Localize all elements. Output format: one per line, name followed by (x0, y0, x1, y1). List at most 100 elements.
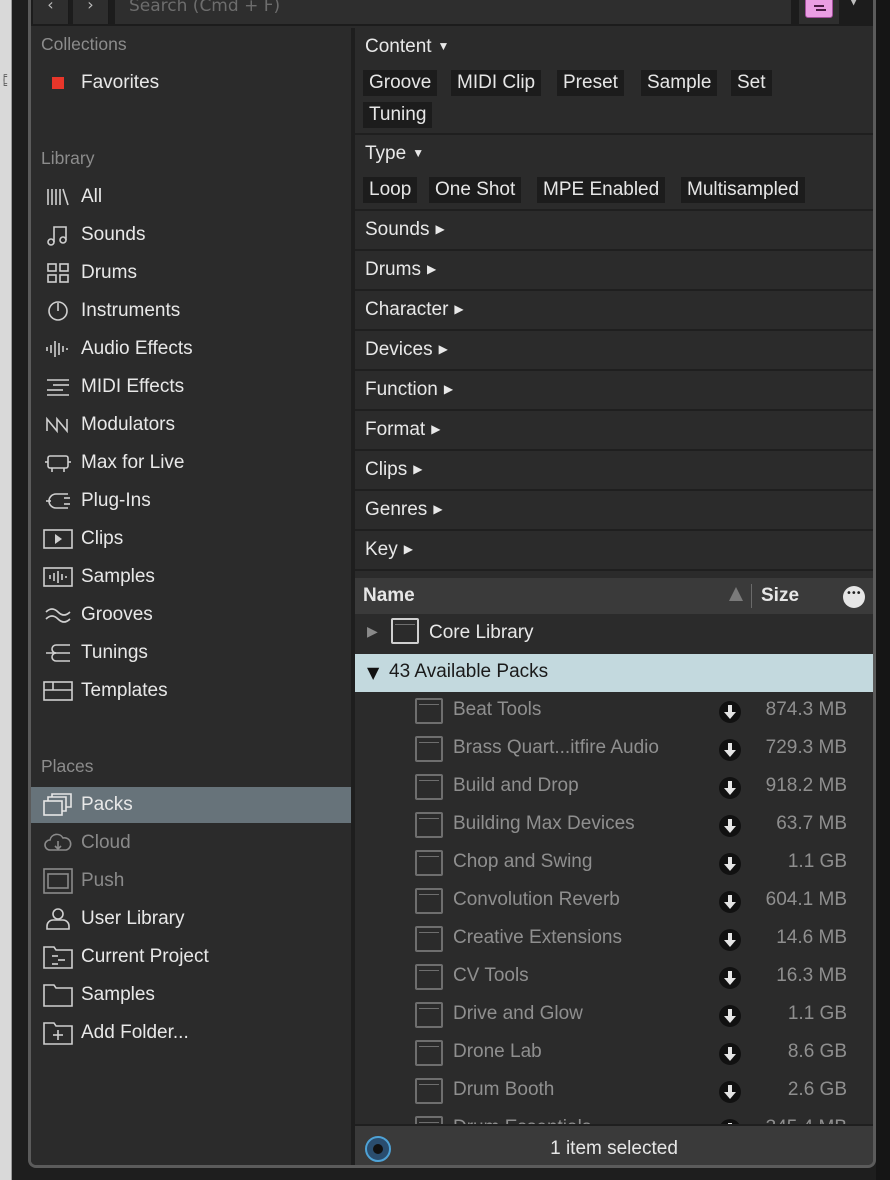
chevron-down-icon: ▼ (412, 146, 425, 160)
sidebar-item-audio-effects[interactable]: Audio Effects (31, 331, 351, 367)
column-header-size[interactable]: Size (761, 585, 799, 607)
filter-title-content[interactable]: Content ▼ (365, 36, 449, 58)
sidebar-item-all[interactable]: All (31, 179, 351, 215)
download-icon[interactable] (719, 701, 741, 723)
sidebar-item-sounds[interactable]: Sounds (31, 217, 351, 253)
filter-title-type[interactable]: Type ▼ (365, 143, 424, 165)
filter-chip[interactable]: Sample (641, 70, 718, 96)
list-row-pack[interactable]: Convolution Reverb 604.1 MB (355, 882, 873, 920)
list-row-pack[interactable]: Drone Lab 8.6 GB (355, 1034, 873, 1072)
filter-group-format[interactable]: Format ▶ (355, 411, 873, 451)
filter-title-label: Function (365, 379, 438, 400)
more-options-icon[interactable] (843, 586, 865, 608)
sidebar-item-plug-ins[interactable]: Plug-Ins (31, 483, 351, 519)
filter-chip[interactable]: Loop (363, 177, 418, 203)
filter-title-label: Type (365, 143, 407, 164)
sort-ascending-icon[interactable] (729, 587, 743, 601)
filter-group-function[interactable]: Function ▶ (355, 371, 873, 411)
filter-group-drums[interactable]: Drums ▶ (355, 251, 873, 291)
filter-chip[interactable]: Preset (557, 70, 624, 96)
disclosure-right-icon[interactable]: ▶ (367, 624, 378, 640)
download-icon[interactable] (719, 929, 741, 951)
sidebar-item-packs[interactable]: Packs (31, 787, 351, 823)
sidebar-item-cloud[interactable]: Cloud (31, 825, 351, 861)
sidebar-item-favorites[interactable]: Favorites (31, 65, 351, 101)
sidebar-item-user-library[interactable]: User Library (31, 901, 351, 937)
list-row-core-library[interactable]: ▶ Core Library (355, 614, 873, 652)
filter-group-key[interactable]: Key ▶ (355, 531, 873, 571)
sidebar-item-instruments[interactable]: Instruments (31, 293, 351, 329)
sidebar-item-label: Current Project (81, 946, 209, 967)
list-row-pack[interactable]: CV Tools 16.3 MB (355, 958, 873, 996)
sidebar-item-grooves[interactable]: Grooves (31, 597, 351, 633)
filter-chip[interactable]: One Shot (429, 177, 522, 203)
sidebar-item-samples-folder[interactable]: Samples (31, 977, 351, 1013)
library-heading: Library (41, 148, 95, 168)
sidebar-item-midi-effects[interactable]: MIDI Effects (31, 369, 351, 405)
list-row-pack[interactable]: Chop and Swing 1.1 GB (355, 844, 873, 882)
sidebar-item-tunings[interactable]: Tunings (31, 635, 351, 671)
download-icon[interactable] (719, 853, 741, 875)
list-row-pack[interactable]: Creative Extensions 14.6 MB (355, 920, 873, 958)
sidebar-item-samples[interactable]: Samples (31, 559, 351, 595)
chevron-right-icon: ▶ (426, 262, 437, 276)
column-divider[interactable] (751, 584, 752, 608)
download-icon[interactable] (719, 777, 741, 799)
sidebar-item-modulators[interactable]: Modulators (31, 407, 351, 443)
forward-button[interactable]: › (73, 0, 109, 24)
filter-group-sounds[interactable]: Sounds ▶ (355, 211, 873, 251)
sidebar-item-drums[interactable]: Drums (31, 255, 351, 291)
filter-chip[interactable]: Multisampled (681, 177, 805, 203)
download-icon[interactable] (719, 891, 741, 913)
filter-title-label: Genres (365, 499, 428, 520)
sidebar-item-templates[interactable]: Templates (31, 673, 351, 709)
list-row-available-packs[interactable]: ▼ 43 Available Packs (355, 654, 873, 692)
download-icon[interactable] (719, 739, 741, 761)
pack-name: Brass Quart...itfire Audio (453, 737, 659, 758)
filter-toggle-button[interactable] (799, 0, 839, 24)
status-text: 1 item selected (550, 1138, 678, 1159)
filter-chip[interactable]: MIDI Clip (451, 70, 542, 96)
filter-group-character[interactable]: Character ▶ (355, 291, 873, 331)
disclosure-down-icon[interactable]: ▼ (367, 663, 379, 682)
filter-chip[interactable]: Set (731, 70, 772, 96)
download-icon[interactable] (719, 1081, 741, 1103)
download-icon[interactable] (719, 815, 741, 837)
search-input[interactable]: Search (Cmd + F) (115, 0, 791, 24)
chevron-right-icon: ▶ (435, 222, 445, 236)
sidebar-footer (31, 1124, 351, 1165)
sidebar-item-current-project[interactable]: Current Project (31, 939, 351, 975)
sidebar-item-push[interactable]: Push (31, 863, 351, 899)
list-row-pack[interactable]: Drive and Glow 1.1 GB (355, 996, 873, 1034)
list-row-pack[interactable]: Beat Tools 874.3 MB (355, 692, 873, 730)
back-button[interactable]: ‹ (33, 0, 69, 24)
sidebar-item-label: Templates (81, 680, 168, 701)
sidebar-item-max-for-live[interactable]: Max for Live (31, 445, 351, 481)
filter-chip[interactable]: MPE Enabled (537, 177, 666, 203)
filter-group-devices[interactable]: Devices ▶ (355, 331, 873, 371)
download-icon[interactable] (719, 967, 741, 989)
filter-chip[interactable]: Groove (363, 70, 438, 96)
filter-group-clips[interactable]: Clips ▶ (355, 451, 873, 491)
download-icon[interactable] (719, 1005, 741, 1027)
list-group-label: 43 Available Packs (389, 661, 549, 682)
pack-name: Drone Lab (453, 1041, 542, 1062)
template-icon (41, 677, 75, 705)
sidebar-item-clips[interactable]: Clips (31, 521, 351, 557)
list-row-pack[interactable]: Drum Booth 2.6 GB (355, 1072, 873, 1110)
sidebar-item-add-folder[interactable]: Add Folder... (31, 1015, 351, 1051)
list-row-pack[interactable]: Building Max Devices 63.7 MB (355, 806, 873, 844)
filter-title-label: Character (365, 299, 449, 320)
list-row-pack[interactable]: Brass Quart...itfire Audio 729.3 MB (355, 730, 873, 768)
filter-chip[interactable]: Tuning (363, 102, 433, 128)
clip-play-icon (41, 525, 75, 553)
download-icon[interactable] (719, 1043, 741, 1065)
list-row-pack[interactable]: Build and Drop 918.2 MB (355, 768, 873, 806)
column-header-name[interactable]: Name (363, 585, 415, 607)
sidebar-item-label: Favorites (81, 72, 160, 93)
chevron-down-icon[interactable]: ▼ (849, 0, 858, 7)
list-row-pack[interactable]: Drum Essentials 345.4 MB (355, 1110, 873, 1124)
filter-group-genres[interactable]: Genres ▶ (355, 491, 873, 531)
filter-title-label: Sounds (365, 219, 430, 240)
panel-toggle-icon[interactable]: ╒ ╘ (1, 72, 11, 100)
